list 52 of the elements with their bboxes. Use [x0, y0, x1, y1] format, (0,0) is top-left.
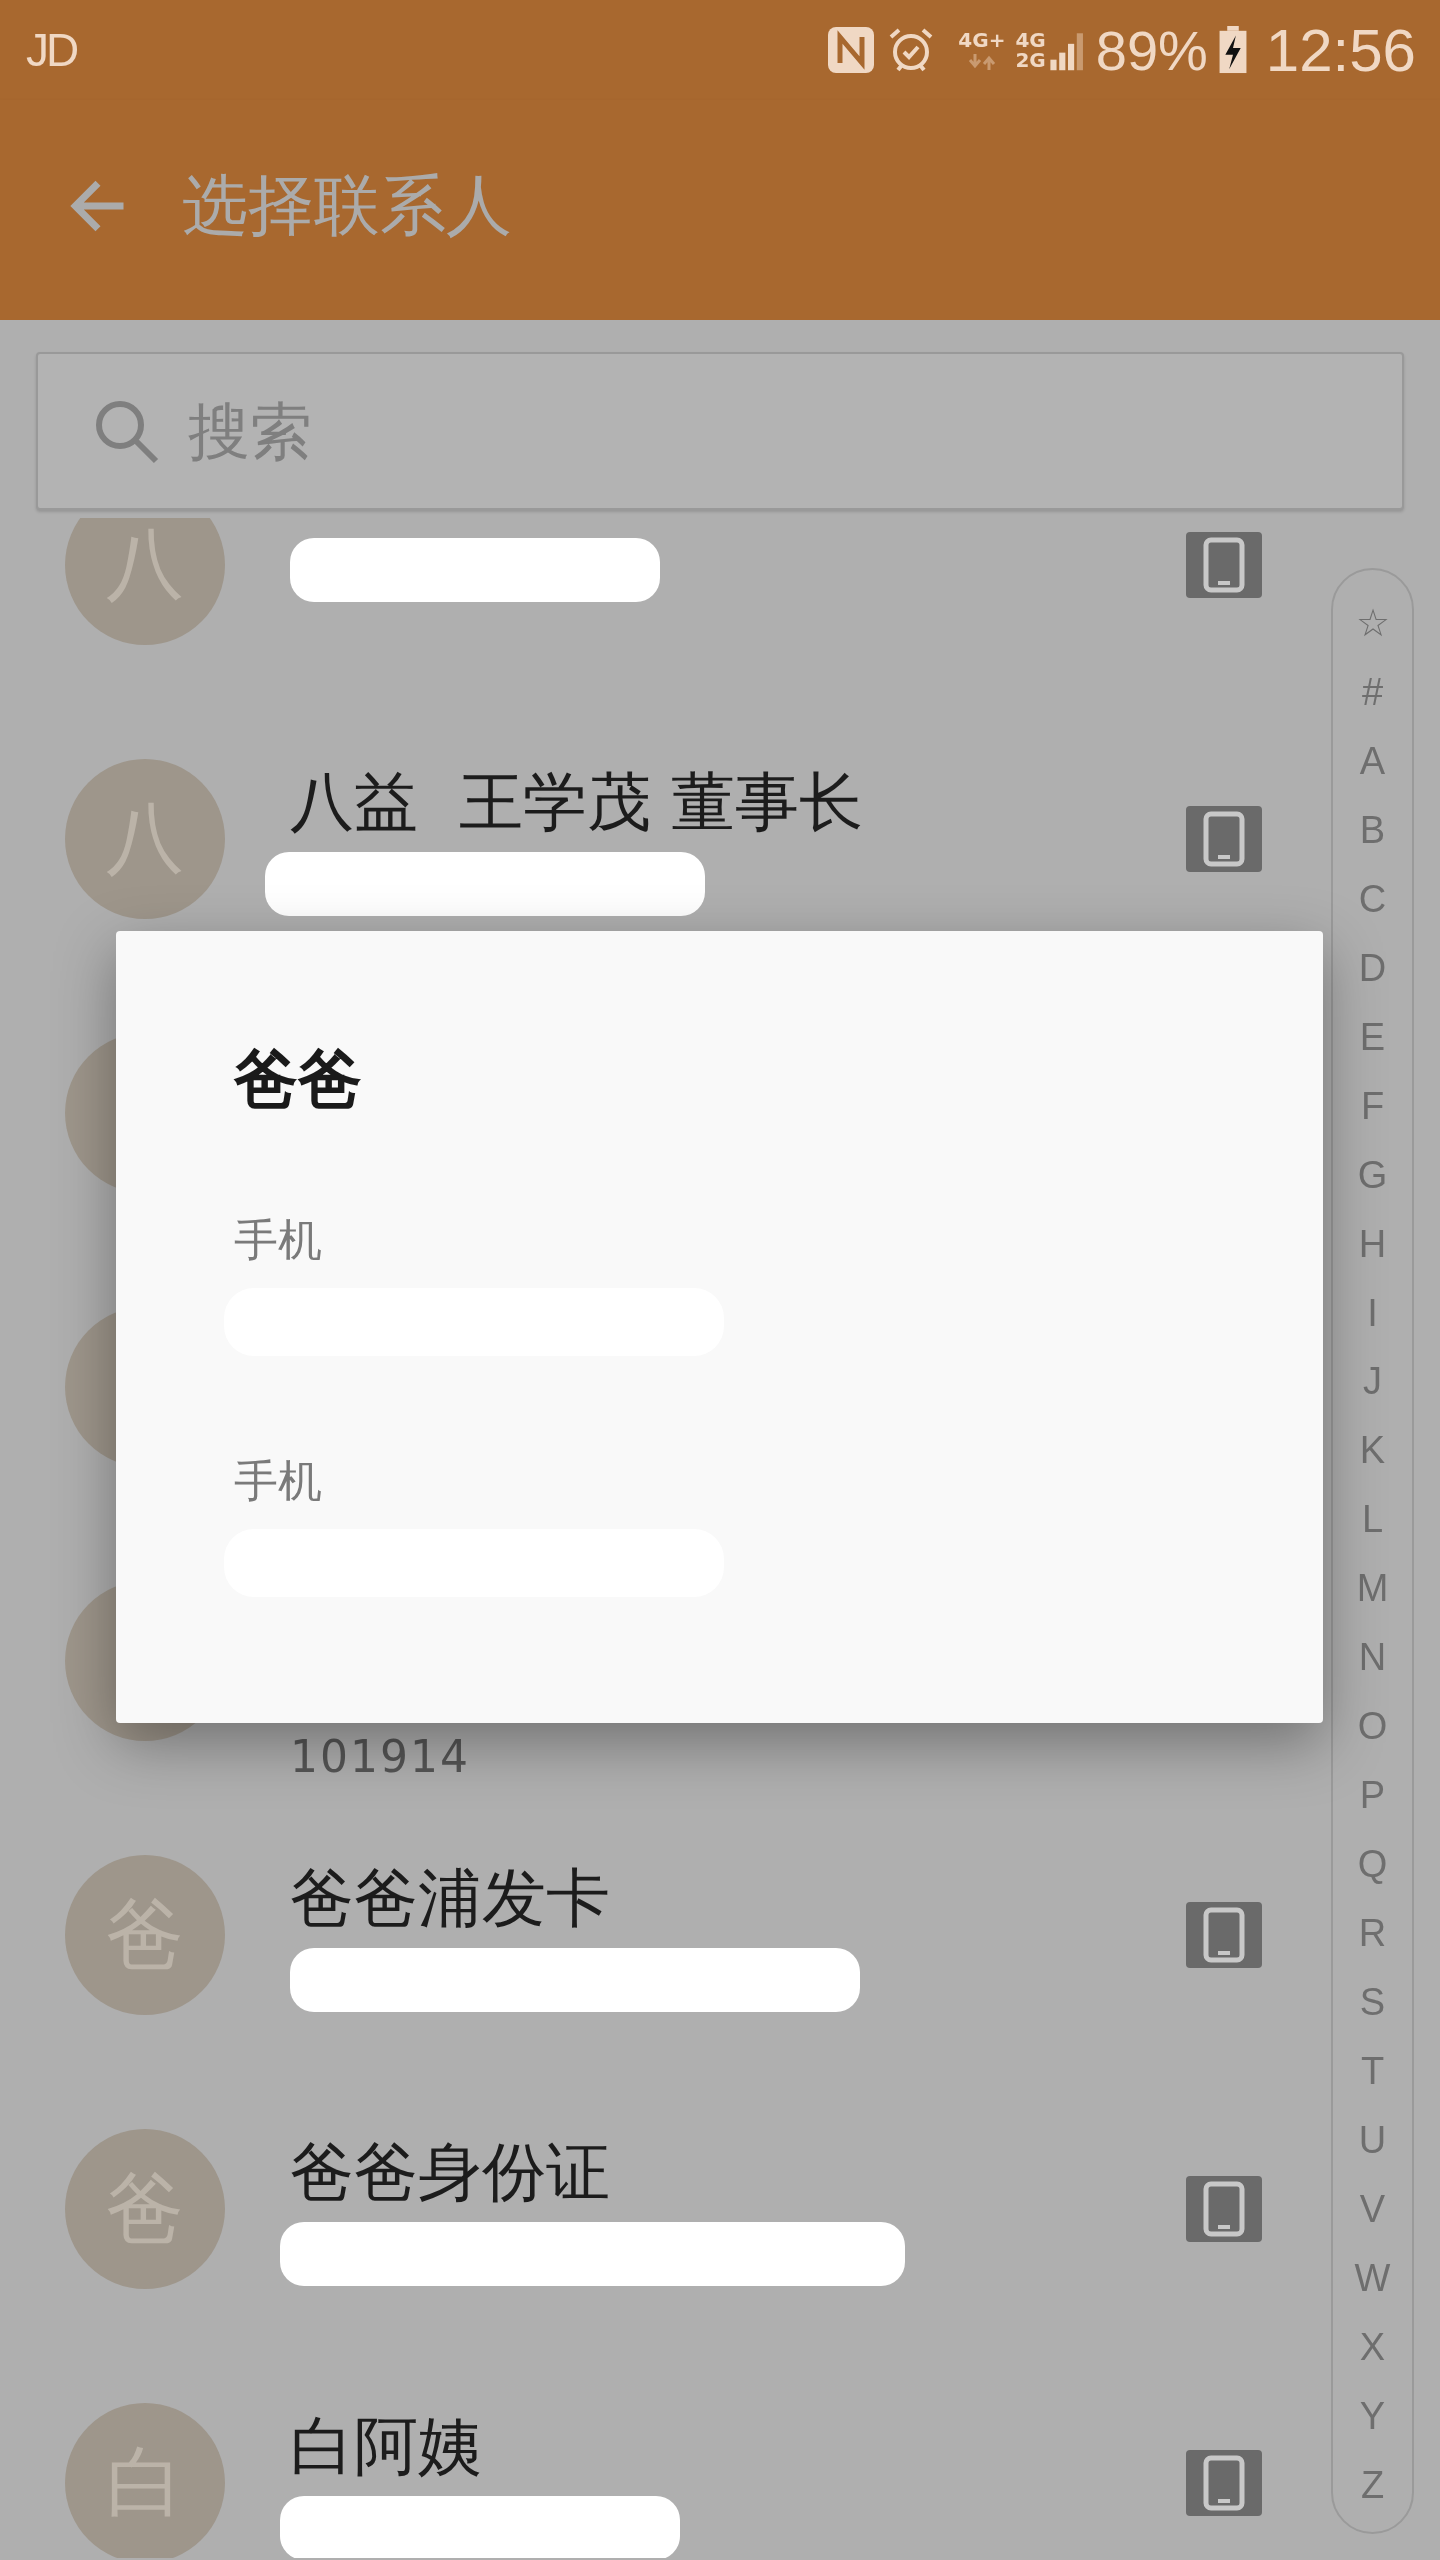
notification-text: JD — [26, 23, 77, 77]
contact-name: 白阿姨 — [290, 2408, 483, 2485]
index-letter[interactable]: ☆ — [1355, 604, 1390, 642]
index-letter[interactable]: D — [1358, 948, 1387, 987]
index-letter[interactable]: H — [1358, 1224, 1387, 1263]
contact-number: 101914 — [290, 1730, 471, 1782]
index-letter[interactable]: N — [1358, 1638, 1387, 1677]
index-letter[interactable]: J — [1363, 1362, 1382, 1401]
index-letter[interactable]: M — [1356, 1569, 1389, 1608]
index-letter[interactable]: C — [1358, 879, 1387, 918]
network-label: 4G+ — [958, 30, 1006, 50]
phone-type-label: 手机 — [234, 1454, 323, 1508]
dialog-title: 爸爸 — [233, 1041, 363, 1118]
phone-icon — [1186, 2176, 1262, 2242]
index-letter[interactable]: O — [1357, 1707, 1388, 1746]
phone-icon — [1186, 1902, 1262, 1968]
data-arrows-icon — [966, 54, 997, 70]
index-letter[interactable]: Q — [1357, 1845, 1388, 1884]
phone-icon — [1186, 2450, 1262, 2516]
index-letter[interactable]: E — [1359, 1017, 1386, 1056]
index-letter[interactable]: L — [1361, 1500, 1384, 1539]
index-letter[interactable]: U — [1358, 2120, 1387, 2159]
index-letter[interactable]: P — [1359, 1776, 1386, 1815]
index-letter[interactable]: Z — [1360, 2465, 1385, 2504]
network-label: 4G — [1015, 30, 1046, 50]
phone-icon — [1186, 806, 1262, 872]
index-letter[interactable]: K — [1359, 1431, 1386, 1470]
index-letter[interactable]: Y — [1359, 2396, 1386, 2435]
battery-percent: 89% — [1095, 17, 1208, 83]
index-letter[interactable]: A — [1359, 741, 1386, 780]
contact-name: 八益 王学茂 董事长 — [290, 764, 865, 841]
nfc-icon — [826, 25, 877, 75]
phone-type-label: 手机 — [234, 1213, 323, 1267]
index-letter[interactable]: G — [1357, 1155, 1388, 1194]
index-letter[interactable]: I — [1367, 1293, 1378, 1332]
index-letter[interactable]: S — [1359, 1983, 1386, 2022]
index-letter[interactable]: T — [1360, 2052, 1385, 2090]
contact-name: 爸爸浦发卡 — [290, 1860, 611, 1937]
index-letter[interactable]: # — [1361, 672, 1384, 711]
contact-name: 爸爸身份证 — [290, 2134, 611, 2211]
index-letter[interactable]: W — [1354, 2258, 1391, 2297]
index-letter[interactable]: V — [1359, 2189, 1386, 2228]
phone-icon — [1186, 532, 1262, 598]
index-letter[interactable]: B — [1359, 810, 1386, 849]
index-letter[interactable]: R — [1358, 1914, 1387, 1953]
index-scroller[interactable]: ☆ # A B C D E F G H I J K L M N O P Q R S T U V W X Y Z — [1331, 568, 1414, 2534]
battery-icon — [1217, 26, 1248, 74]
index-letter[interactable]: X — [1359, 2327, 1386, 2366]
clock-time: 12:56 — [1265, 15, 1416, 85]
index-letter[interactable]: F — [1360, 1086, 1385, 1125]
network-label: 2G — [1015, 50, 1046, 70]
screen-title: 选择联系人 — [182, 166, 512, 246]
